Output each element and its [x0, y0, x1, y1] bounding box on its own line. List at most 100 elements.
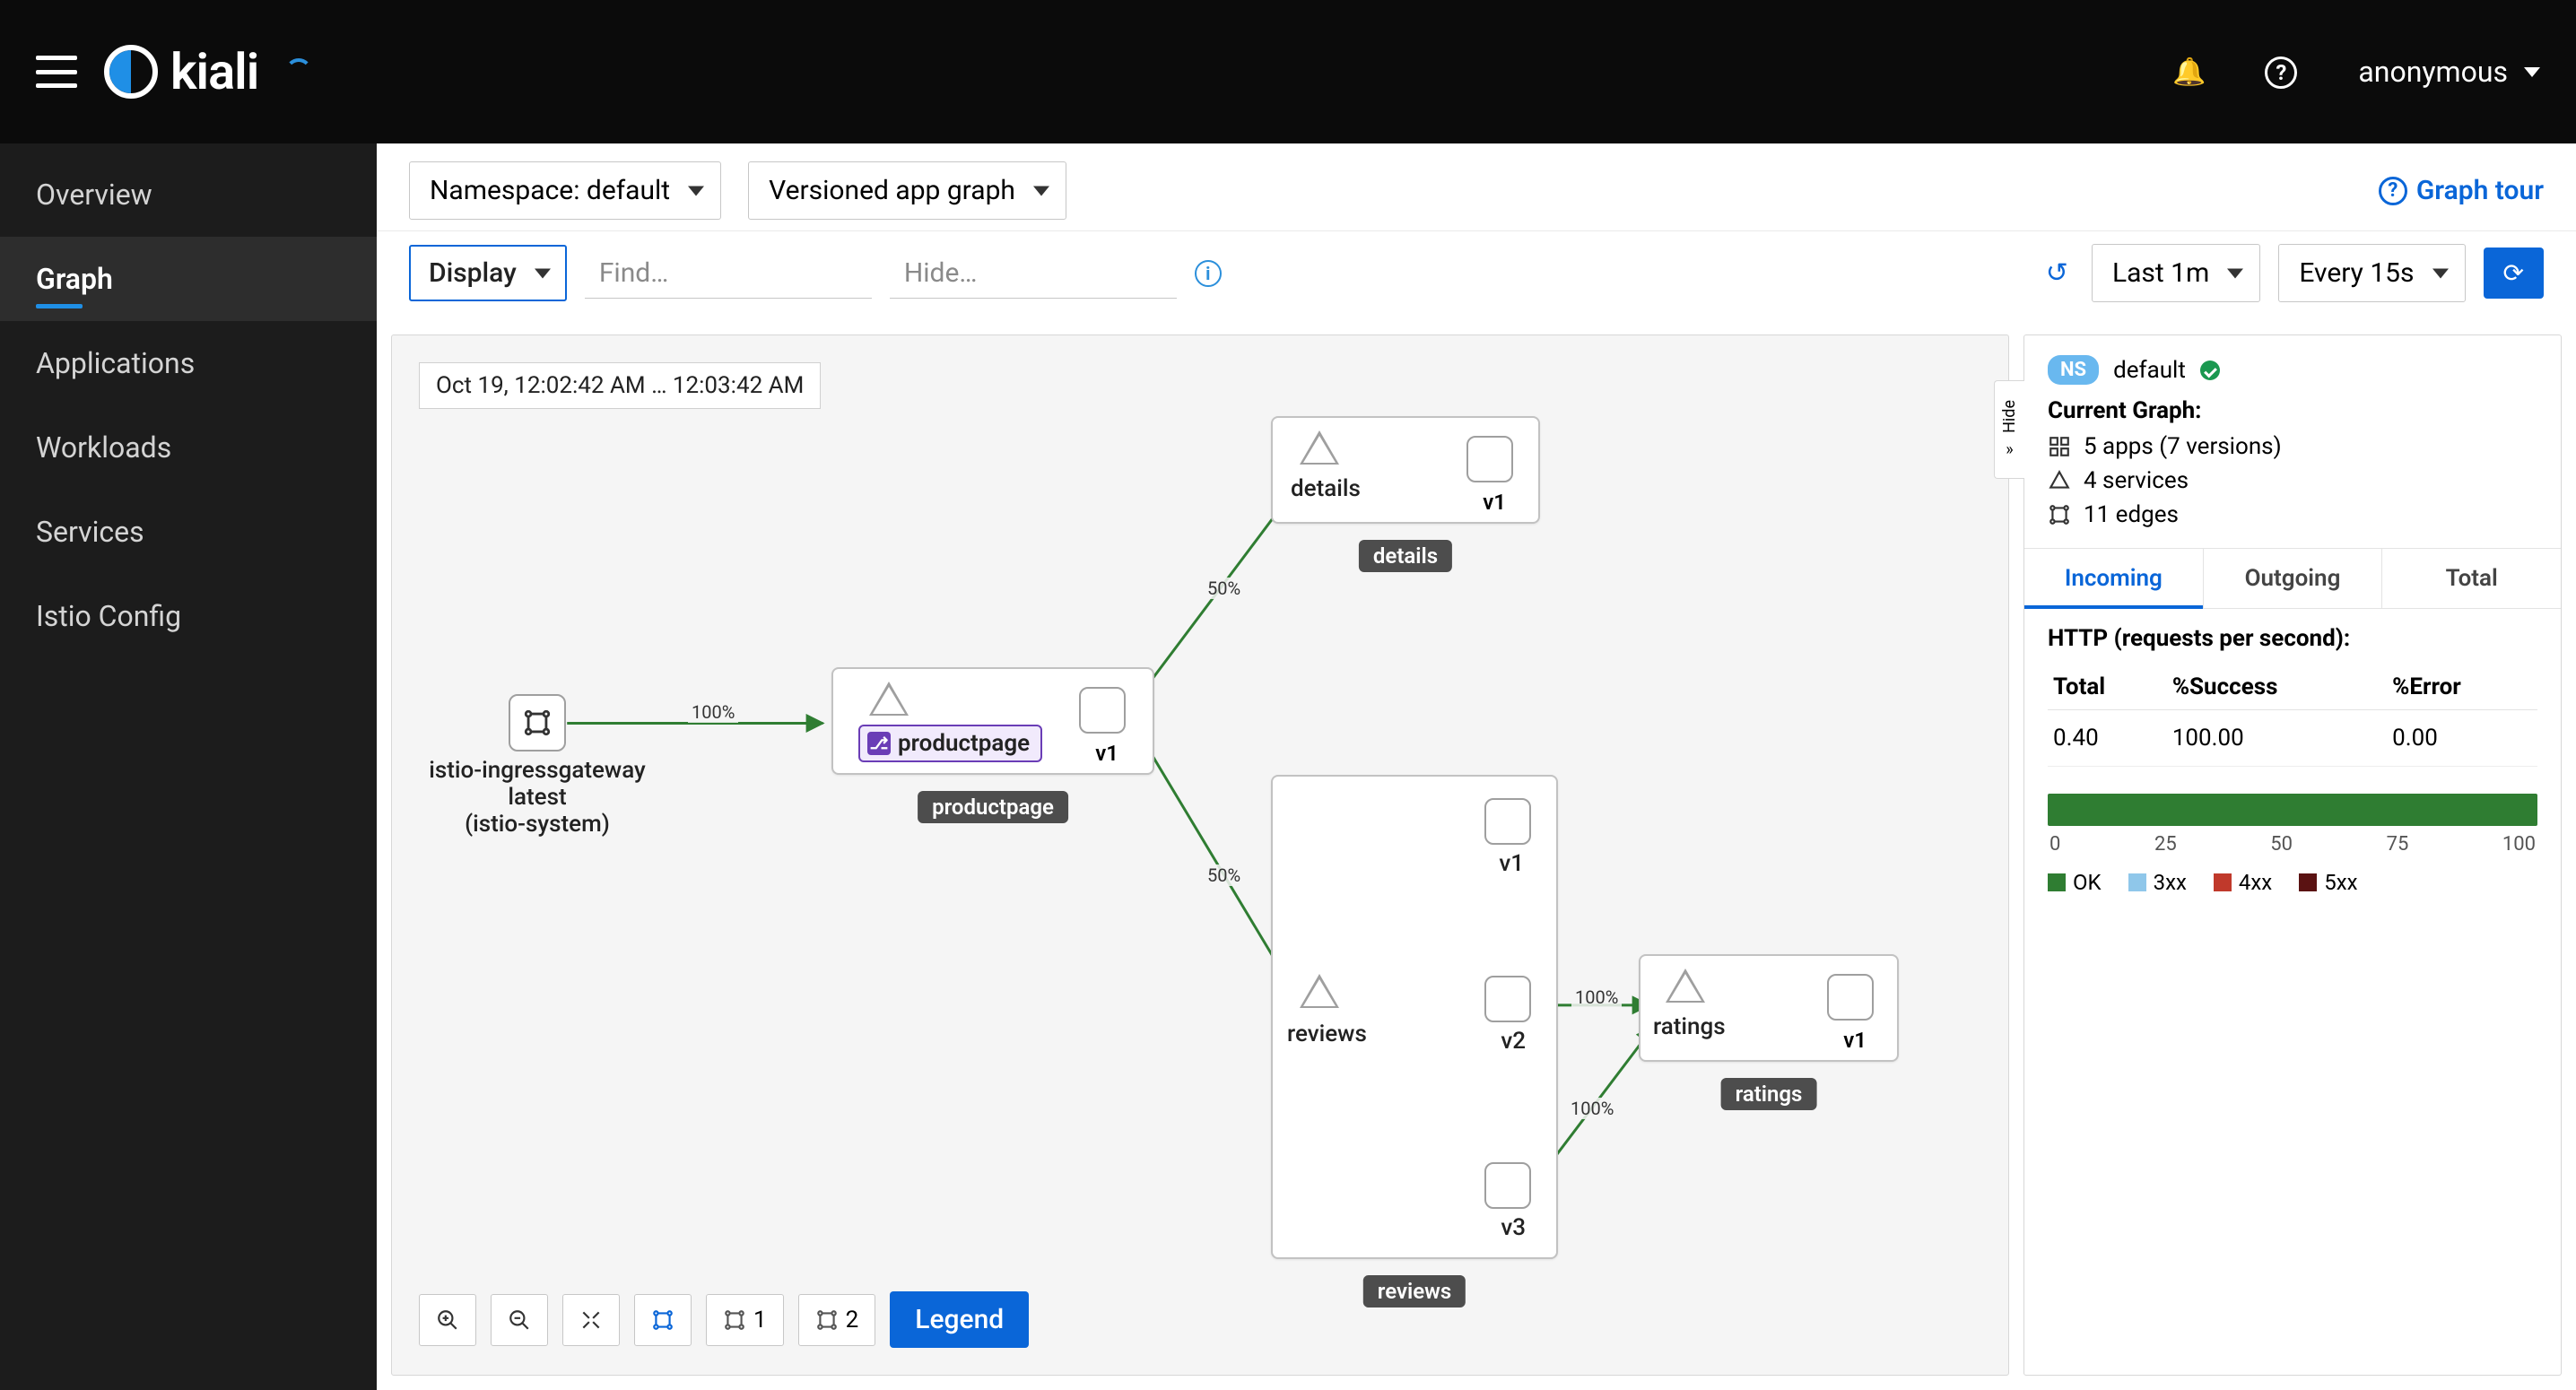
- namespace-chip: NS: [2048, 355, 2099, 385]
- toolbar-primary: Namespace: default Versioned app graph ?…: [377, 143, 2576, 231]
- workload-icon: [1484, 1162, 1531, 1209]
- help-icon[interactable]: ?: [2265, 56, 2297, 89]
- toolbar-secondary: Display i ↺ Last 1m Every 15s ⟳: [377, 231, 2576, 320]
- service-label: ratings: [1653, 1013, 1726, 1040]
- nav-workloads[interactable]: Workloads: [0, 405, 377, 490]
- namespace-select-label: Namespace: default: [430, 175, 670, 206]
- service-label: details: [1291, 475, 1361, 502]
- display-options-button[interactable]: Display: [409, 245, 567, 301]
- panel-hide-label: Hide: [2000, 400, 2019, 433]
- tab-outgoing[interactable]: Outgoing: [2204, 549, 2383, 608]
- zoom-out-button[interactable]: [491, 1294, 548, 1346]
- node-app-details[interactable]: details v1 details: [1271, 416, 1540, 524]
- hamburger-menu-icon[interactable]: [36, 56, 77, 88]
- traffic-bar-ok: [2048, 794, 2537, 826]
- layout-2-button[interactable]: 2: [798, 1294, 876, 1346]
- layout-default-button[interactable]: [634, 1294, 692, 1346]
- kiali-logo-icon: [104, 45, 158, 99]
- hide-input[interactable]: [890, 248, 1177, 299]
- graph-edges: [392, 335, 2008, 1341]
- nav-istio-config[interactable]: Istio Config: [0, 574, 377, 658]
- swatch-4xx-icon: [2214, 873, 2232, 891]
- td-error: 0.00: [2387, 710, 2537, 767]
- nav-graph[interactable]: Graph: [0, 237, 377, 321]
- edge-label: 100%: [1567, 1098, 1617, 1119]
- caret-down-icon: [2432, 268, 2449, 278]
- fit-button[interactable]: [562, 1294, 620, 1346]
- graph-stats-list: 5 apps (7 versions) 4 services 11 edges: [2024, 430, 2561, 548]
- refresh-button[interactable]: ⟳: [2484, 248, 2544, 299]
- vs-badge-label: productpage: [898, 730, 1030, 757]
- graph-tour-label: Graph tour: [2416, 175, 2544, 206]
- tab-incoming[interactable]: Incoming: [2024, 549, 2204, 608]
- node-caption: reviews: [1363, 1275, 1466, 1307]
- http-table: Total %Success %Error 0.40 100.00 0.00: [2048, 665, 2537, 767]
- legend-ok: OK: [2073, 870, 2102, 895]
- notifications-icon[interactable]: 🔔: [2172, 56, 2206, 88]
- graph-type-select[interactable]: Versioned app graph: [748, 161, 1066, 220]
- service-label: reviews: [1287, 1021, 1367, 1047]
- traffic-tabs: Incoming Outgoing Total: [2024, 548, 2561, 609]
- nav-applications[interactable]: Applications: [0, 321, 377, 405]
- graph-canvas[interactable]: Oct 19, 12:02:42 AM … 12:03:42 AM: [391, 334, 2009, 1376]
- service-icon: [1300, 430, 1339, 465]
- layout-1-button[interactable]: 1: [706, 1294, 784, 1346]
- refresh-interval-select[interactable]: Every 15s: [2278, 244, 2465, 302]
- nav-services[interactable]: Services: [0, 490, 377, 574]
- chevron-right-icon: »: [2006, 440, 2013, 459]
- caret-down-icon: [688, 186, 704, 195]
- edges-icon: [2048, 503, 2071, 526]
- edge-label: 50%: [1204, 578, 1244, 599]
- workload-icon: [1466, 436, 1513, 482]
- find-hide-help-icon[interactable]: i: [1195, 260, 1222, 287]
- version-label: v3: [1501, 1214, 1526, 1241]
- namespace-name: default: [2113, 357, 2186, 384]
- loading-spinner-icon: [285, 58, 312, 85]
- user-name: anonymous: [2358, 55, 2508, 89]
- workload-icon: [1484, 798, 1531, 845]
- td-success: 100.00: [2167, 710, 2387, 767]
- workload-icon: [1827, 974, 1874, 1021]
- stat-services: 4 services: [2084, 467, 2189, 494]
- timestamp-chip: Oct 19, 12:02:42 AM … 12:03:42 AM: [419, 362, 821, 409]
- zoom-in-button[interactable]: [419, 1294, 476, 1346]
- layout-1-label: 1: [753, 1307, 767, 1334]
- current-graph-title: Current Graph:: [2024, 394, 2561, 430]
- swatch-ok-icon: [2048, 873, 2066, 891]
- duration-select[interactable]: Last 1m: [2092, 244, 2260, 302]
- graph-type-select-label: Versioned app graph: [769, 175, 1015, 206]
- caret-down-icon: [1033, 186, 1049, 195]
- brand-name: kiali: [170, 42, 258, 101]
- replay-icon[interactable]: ↺: [2046, 257, 2068, 289]
- service-icon: [869, 682, 909, 716]
- vs-badge: ⎇ productpage: [858, 725, 1042, 762]
- sidebar: Overview Graph Applications Workloads Se…: [0, 143, 377, 1390]
- node-app-reviews[interactable]: reviews v1 v2 v3 reviews: [1271, 775, 1558, 1259]
- namespace-select[interactable]: Namespace: default: [409, 161, 721, 220]
- nav-overview[interactable]: Overview: [0, 152, 377, 237]
- find-input[interactable]: [585, 248, 872, 299]
- legend-4xx: 4xx: [2239, 870, 2272, 895]
- th-total: Total: [2048, 665, 2167, 710]
- workload-icon: [509, 694, 566, 751]
- node-app-productpage[interactable]: ⎇ productpage v1 productpage: [831, 667, 1154, 775]
- tab-total[interactable]: Total: [2382, 549, 2561, 608]
- node-app-ratings[interactable]: ratings v1 ratings: [1639, 954, 1899, 1062]
- version-label: v1: [1095, 741, 1118, 766]
- version-label: v1: [1499, 850, 1524, 877]
- graph-side-panel: Hide » NS default Current Graph: 5 apps …: [2023, 334, 2562, 1376]
- workload-icon: [1079, 687, 1126, 734]
- legend-button[interactable]: Legend: [890, 1291, 1029, 1348]
- caret-down-icon: [535, 268, 551, 278]
- graph-tour-link[interactable]: ? Graph tour: [2379, 175, 2544, 206]
- stat-apps: 5 apps (7 versions): [2084, 433, 2282, 460]
- node-ingress-gateway[interactable]: istio-ingressgateway latest (istio-syste…: [509, 694, 566, 751]
- legend-5xx: 5xx: [2324, 870, 2357, 895]
- panel-hide-toggle[interactable]: Hide »: [1994, 380, 2024, 479]
- duration-select-label: Last 1m: [2112, 257, 2209, 289]
- version-label: v1: [1483, 490, 1506, 515]
- brand: kiali: [104, 42, 258, 101]
- user-menu[interactable]: anonymous: [2358, 55, 2540, 89]
- legend-3xx: 3xx: [2154, 870, 2187, 895]
- axis-tick: 100: [2502, 833, 2536, 856]
